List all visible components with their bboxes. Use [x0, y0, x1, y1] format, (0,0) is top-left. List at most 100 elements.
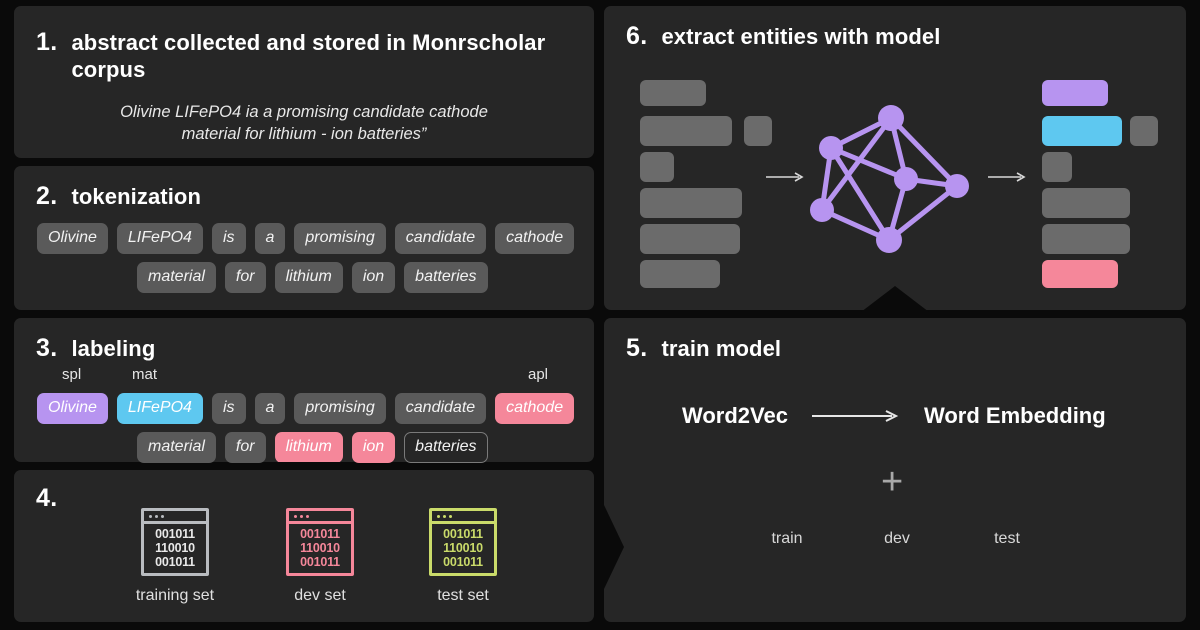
split-labels: train dev test	[732, 530, 1062, 548]
diagram-canvas: 1. abstract collected and stored in Monr…	[0, 0, 1200, 630]
entity-label-mat: mat	[132, 366, 158, 383]
window-titlebar	[432, 511, 494, 524]
chevron-up-icon	[861, 286, 929, 312]
labeled-chip[interactable]: material	[137, 432, 216, 463]
split-label-test: test	[994, 530, 1020, 547]
token-chip[interactable]: is	[211, 223, 246, 254]
step-1-title: abstract collected and stored in Monrsch…	[71, 30, 546, 82]
entity-label-apl: apl	[528, 366, 549, 383]
split-label-dev: dev	[884, 530, 910, 547]
token-chip[interactable]: candidate	[394, 223, 487, 254]
step-3-title: labeling	[71, 336, 156, 361]
labeled-chip[interactable]: for	[224, 432, 266, 463]
token-chip[interactable]: for	[224, 262, 266, 293]
input-text-bar	[640, 116, 732, 146]
labeled-chip-olivine[interactable]: Olivine	[37, 393, 108, 424]
chevron-right-icon	[596, 505, 624, 589]
dev-set-window-icon: 001011 110010 001011	[286, 508, 354, 576]
labeled-chip[interactable]: is	[211, 393, 246, 424]
token-chip[interactable]: cathode	[495, 223, 575, 254]
labeled-chip-lithium[interactable]: lithium	[274, 432, 343, 463]
output-text-bar	[1042, 224, 1130, 254]
output-name-label: Word Embedding	[923, 403, 1106, 428]
step-5-title: train model	[661, 336, 782, 361]
token-row-2: material for lithium ion batteries	[137, 262, 488, 293]
entity-label-spl: spl	[62, 366, 82, 383]
graph-node	[894, 167, 918, 191]
output-text-bar	[1130, 116, 1158, 146]
binary-content: 001011 110010 001011	[155, 527, 195, 569]
window-titlebar	[289, 511, 351, 524]
arrow-right-icon	[811, 410, 899, 422]
dataset-caption: test set	[437, 587, 489, 604]
split-label-train: train	[771, 530, 803, 547]
step-5-number: 5.	[626, 334, 648, 362]
window-titlebar	[144, 511, 206, 524]
graph-node	[945, 174, 969, 198]
output-entity-bar-species	[1042, 80, 1108, 106]
graph-node	[819, 136, 843, 160]
step-6-title: extract entities with model	[661, 24, 941, 49]
abstract-quote-line-2: material for lithium - ion batteries”	[181, 125, 427, 143]
abstract-quote-line-1: Olivine LIFePO4 ia a promising candidate…	[120, 103, 488, 121]
plus-icon: +	[881, 461, 904, 503]
labeled-row-1: Olivine LIFePO4 is a promising candidate…	[37, 393, 575, 424]
graph-node	[878, 105, 904, 131]
test-set-window-icon: 001011 110010 001011	[429, 508, 497, 576]
token-chip[interactable]: a	[254, 223, 286, 254]
input-text-bar	[744, 116, 772, 146]
step-2-number: 2.	[36, 182, 58, 210]
panel-step-1: 1. abstract collected and stored in Monr…	[14, 6, 594, 158]
binary-content: 001011 110010 001011	[443, 527, 483, 569]
labeled-row-2: material for lithium ion batteries	[137, 432, 488, 463]
binary-content: 001011 110010 001011	[300, 527, 340, 569]
dataset-dev-set[interactable]: 001011 110010 001011 dev set	[271, 508, 369, 605]
labeled-chip-batteries[interactable]: batteries	[404, 432, 488, 463]
token-chip[interactable]: material	[137, 262, 216, 293]
step-4-number: 4.	[36, 484, 58, 512]
input-text-bar	[640, 188, 742, 218]
input-text-bar	[640, 224, 740, 254]
step-5-heading: 5. train model	[626, 334, 781, 363]
labeled-chip[interactable]: candidate	[394, 393, 487, 424]
labeled-chip-lifepo4[interactable]: LIFePO4	[116, 393, 203, 424]
output-entity-bar-material	[1042, 116, 1122, 146]
training-flow: Word2Vec Word Embedding	[682, 403, 1106, 429]
token-chip[interactable]: batteries	[404, 262, 488, 293]
step-1-number: 1.	[36, 28, 58, 56]
labeled-chip-ion[interactable]: ion	[351, 432, 396, 463]
graph-node	[876, 227, 902, 253]
arrow-right-icon-model-out	[988, 172, 1026, 182]
step-6-heading: 6. extract entities with model	[626, 22, 940, 51]
output-text-bar	[1042, 188, 1130, 218]
token-chip[interactable]: Olivine	[37, 223, 108, 254]
token-chip[interactable]: promising	[294, 223, 386, 254]
step-2-title: tokenization	[71, 184, 201, 209]
step-1-heading: 1. abstract collected and stored in Monr…	[36, 28, 556, 83]
output-entity-bar-application	[1042, 260, 1118, 288]
dataset-caption: training set	[135, 587, 215, 604]
token-chip[interactable]: lithium	[274, 262, 343, 293]
step-6-number: 6.	[626, 22, 648, 50]
step-4-heading: 4.	[36, 484, 57, 513]
dataset-test-set[interactable]: 001011 110010 001011 test set	[414, 508, 512, 605]
dataset-caption: dev set	[294, 587, 346, 604]
step-3-number: 3.	[36, 334, 58, 362]
model-graph-icon	[810, 105, 969, 253]
token-chip[interactable]: ion	[351, 262, 396, 293]
panel-step-3: 3. labeling spl mat apl Olivine LIFePO4 …	[14, 318, 594, 463]
step-3-heading: 3. labeling	[36, 334, 155, 363]
token-chip[interactable]: LIFePO4	[116, 223, 203, 254]
token-row-1: Olivine LIFePO4 is a promising candidate…	[37, 223, 575, 254]
step-2-heading: 2. tokenization	[36, 182, 201, 211]
labeled-chip[interactable]: promising	[294, 393, 386, 424]
output-text-bar	[1042, 152, 1072, 182]
labeled-chip[interactable]: a	[254, 393, 286, 424]
panel-step-5: 5. train model Word2Vec Word Embedding +…	[604, 318, 1186, 622]
panel-step-4: 4. 001011 110010 001011 training set 001…	[14, 470, 594, 622]
dataset-training-set[interactable]: 001011 110010 001011 training set	[126, 508, 224, 605]
graph-node	[810, 198, 834, 222]
training-set-window-icon: 001011 110010 001011	[141, 508, 209, 576]
labeled-chip-cathode[interactable]: cathode	[495, 393, 575, 424]
input-text-bar	[640, 152, 674, 182]
